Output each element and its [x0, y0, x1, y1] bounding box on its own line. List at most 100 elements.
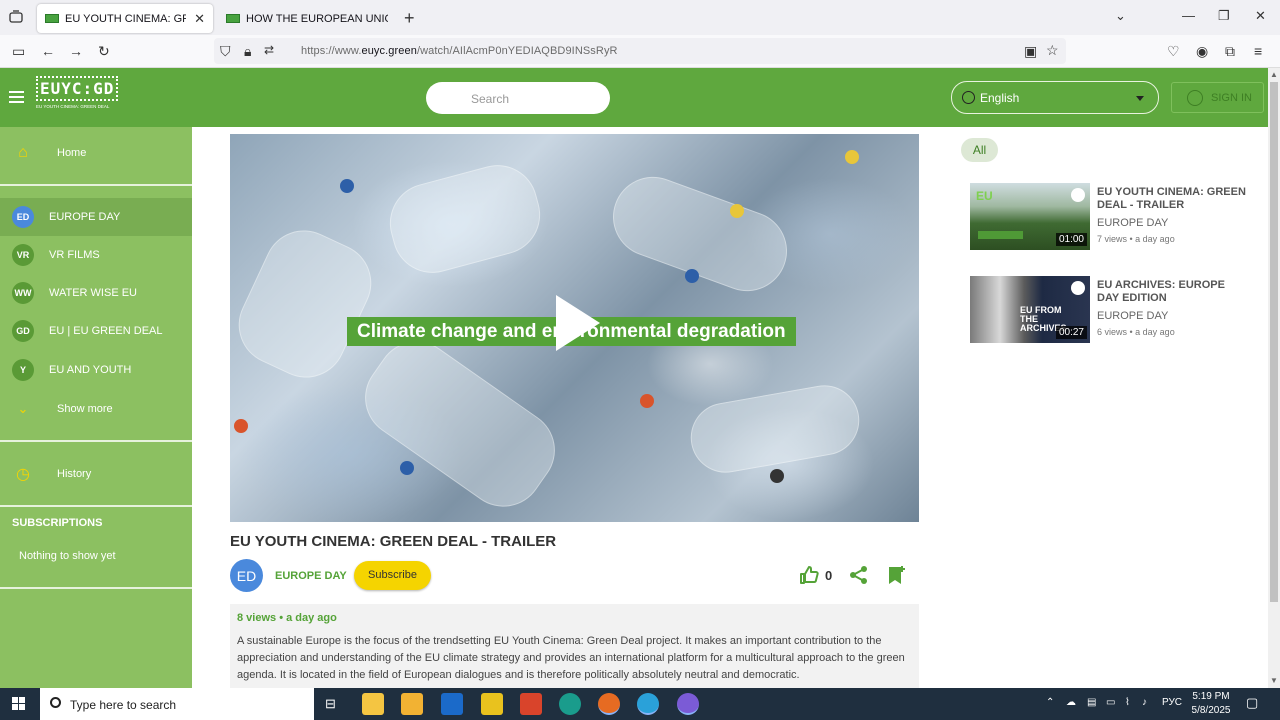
pocket-icon[interactable]: ♡ [1167, 43, 1180, 60]
taskbar-clock[interactable]: 5:19 PM 5/8/2025 [1191, 690, 1231, 718]
extensions-icon[interactable]: ⧉ [1225, 43, 1235, 60]
sidebar-item-label: EUROPE DAY [49, 211, 121, 223]
page-scrollbar[interactable]: ▲ ▼ [1268, 68, 1280, 688]
bottle-shape [601, 165, 799, 303]
permissions-icon[interactable]: ⇄ [264, 43, 274, 57]
video-thumbnail[interactable]: EU 01:00 [970, 183, 1090, 250]
bookmark-add-icon[interactable] [888, 565, 906, 585]
cloud-icon[interactable]: ☁ [1066, 697, 1076, 708]
wifi-icon[interactable]: ⌇ [1125, 697, 1130, 708]
network-icon[interactable]: ▤ [1087, 697, 1096, 708]
tab-list-icon[interactable] [8, 9, 24, 25]
battery-icon[interactable]: ▭ [1106, 697, 1115, 708]
task-view-icon[interactable]: ⊟ [325, 696, 336, 712]
channel-avatar[interactable]: ED [230, 559, 263, 592]
close-tab-icon[interactable]: ✕ [194, 11, 205, 27]
history-icon: ◷ [16, 466, 30, 483]
sidebar-item-eu-and-youth[interactable]: Y EU AND YOUTH [0, 351, 192, 389]
scroll-down-icon[interactable]: ▼ [1270, 676, 1278, 685]
scrollbar-thumb[interactable] [1270, 82, 1278, 602]
close-window-icon[interactable]: ✕ [1255, 8, 1266, 24]
sidebar-toggle-icon[interactable]: ▭ [12, 43, 25, 60]
recommended-meta: 6 views • a day ago [1097, 327, 1175, 337]
reload-icon[interactable]: ↻ [98, 43, 110, 60]
video-description-box: 8 views • a day ago A sustainable Europe… [230, 604, 919, 688]
site-logo[interactable]: EUYC:GD EU YOUTH CINEMA: GREEN DEAL [36, 76, 119, 118]
scroll-up-icon[interactable]: ▲ [1270, 70, 1278, 79]
video-description: A sustainable Europe is the focus of the… [237, 635, 905, 681]
office-app-icon[interactable] [520, 693, 542, 715]
recommended-channel[interactable]: EUROPE DAY [1097, 217, 1168, 229]
watch-later-icon[interactable] [1071, 188, 1085, 202]
minimize-icon[interactable]: — [1182, 8, 1195, 23]
divider [0, 440, 192, 442]
language-select[interactable]: English [951, 81, 1159, 114]
subscribe-button[interactable]: Subscribe [354, 561, 431, 590]
video-duration: 01:00 [1055, 233, 1087, 246]
shield-icon[interactable]: ⛉ [220, 43, 231, 60]
recommended-title[interactable]: EU ARCHIVES: EUROPE DAY EDITION [1097, 279, 1247, 305]
volume-icon[interactable]: ♪ [1142, 697, 1147, 708]
video-player[interactable]: Climate change and environmental degrada… [230, 134, 919, 522]
bottle-cap [770, 469, 784, 483]
file-explorer-icon[interactable] [362, 693, 384, 715]
account-icon[interactable]: ◉ [1196, 43, 1208, 60]
search-input[interactable]: Search [426, 82, 610, 114]
url-text: https://www.euyc.green/watch/AIlAcmP0nYE… [301, 45, 618, 57]
viber-icon[interactable] [677, 693, 699, 715]
divider [0, 505, 192, 507]
sidebar-item-vr-films[interactable]: VR VR FILMS [0, 236, 192, 274]
address-bar[interactable]: ⛉ 🔒︎ ⇄ https://www.euyc.green/watch/AIlA… [214, 38, 1066, 64]
recommended-video[interactable]: EU FROM THE ARCHIVES 00:27 EU ARCHIVES: … [970, 276, 1260, 344]
sidebar-item-history[interactable]: ◷ History [0, 455, 192, 493]
sign-in-button[interactable]: SIGN IN [1171, 82, 1264, 113]
video-thumbnail[interactable]: EU FROM THE ARCHIVES 00:27 [970, 276, 1090, 343]
taskbar-search-input[interactable]: Type here to search [40, 688, 314, 720]
mail-icon[interactable] [441, 693, 463, 715]
tab-european-union[interactable]: HOW THE EUROPEAN UNION R [218, 4, 396, 33]
watch-later-icon[interactable] [1071, 281, 1085, 295]
bookmark-star-icon[interactable]: ☆ [1046, 42, 1059, 59]
bottle-shape [230, 217, 385, 391]
maximize-icon[interactable]: ❐ [1218, 8, 1230, 24]
tray-overflow-icon[interactable]: ⌃ [1046, 697, 1054, 708]
thumbnail-text: EU [976, 189, 993, 203]
filter-chip-all[interactable]: All [961, 138, 998, 162]
lock-icon[interactable]: 🔒︎ [244, 43, 251, 60]
tab-euyc[interactable]: EU YOUTH CINEMA: GREEN DEA ✕ [37, 4, 213, 33]
recommended-title[interactable]: EU YOUTH CINEMA: GREEN DEAL - TRAILER [1097, 186, 1247, 212]
chevron-down-icon[interactable]: ⌄ [1115, 8, 1126, 24]
keyboard-language[interactable]: РУС [1162, 697, 1182, 708]
channel-badge: ED [12, 206, 34, 228]
back-arrow-icon[interactable]: ← [41, 43, 55, 59]
sidebar-item-water-wise-eu[interactable]: WW WATER WISE EU [0, 274, 192, 312]
menu-icon[interactable]: ≡ [1254, 43, 1262, 59]
channel-name[interactable]: EUROPE DAY [275, 570, 347, 582]
recommended-channel[interactable]: EUROPE DAY [1097, 310, 1168, 322]
sidebar-item-home[interactable]: ⌂ Home [0, 134, 192, 172]
divider [0, 184, 192, 186]
sidebar-show-more[interactable]: ⌄ Show more [0, 390, 192, 428]
notes-app-icon[interactable] [481, 693, 503, 715]
reader-view-icon[interactable]: ▣ [1024, 43, 1037, 60]
edge-browser-icon[interactable] [559, 693, 581, 715]
share-icon[interactable] [849, 565, 869, 585]
telegram-icon[interactable] [637, 693, 659, 715]
firefox-icon[interactable] [598, 693, 620, 715]
browser-nav-bar: ▭ ← → ↻ ⛉ 🔒︎ ⇄ https://www.euyc.green/wa… [0, 35, 1280, 68]
windows-start-icon[interactable] [12, 697, 26, 711]
recommended-video[interactable]: EU 01:00 EU YOUTH CINEMA: GREEN DEAL - T… [970, 183, 1260, 251]
user-avatar-icon [1187, 90, 1203, 106]
thumbs-up-icon[interactable] [799, 565, 819, 585]
new-tab-button[interactable]: + [404, 8, 415, 29]
play-icon[interactable] [556, 295, 600, 351]
store-icon[interactable] [401, 693, 423, 715]
sidebar-item-eu-green-deal[interactable]: GD EU | EU GREEN DEAL [0, 312, 192, 350]
sidebar-item-europe-day[interactable]: ED EUROPE DAY [0, 198, 192, 236]
channel-badge: Y [12, 359, 34, 381]
channel-badge: WW [12, 282, 34, 304]
hamburger-menu-icon[interactable] [9, 91, 24, 103]
bottle-cap [234, 419, 248, 433]
notifications-icon[interactable]: ▢ [1246, 695, 1258, 711]
forward-arrow-icon[interactable]: → [69, 43, 83, 59]
